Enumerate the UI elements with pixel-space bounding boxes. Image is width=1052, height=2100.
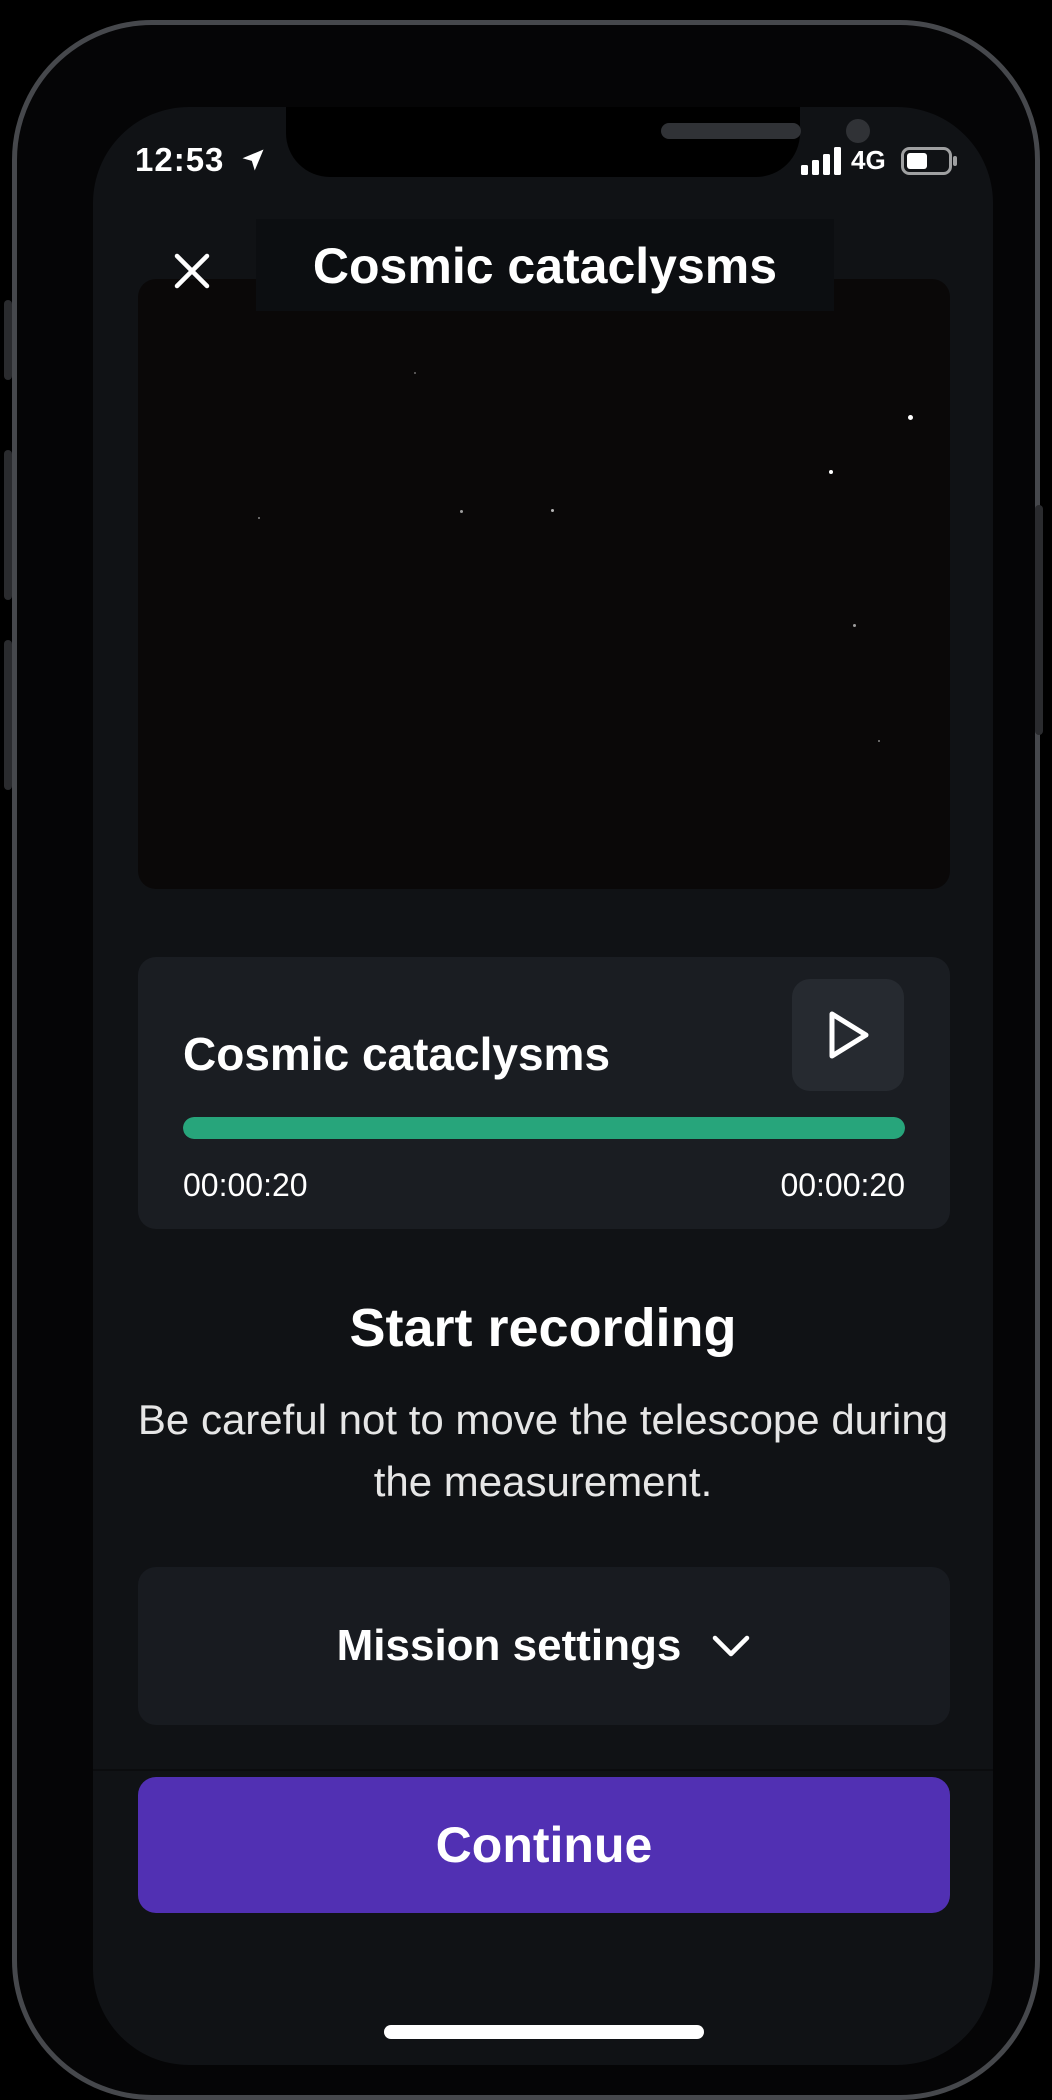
star	[908, 415, 913, 420]
divider	[93, 1769, 993, 1771]
screen: 12:53 4G Cosmic cataclysms Cosmic catacl…	[93, 107, 993, 2065]
mission-settings-toggle[interactable]: Mission settings	[138, 1567, 950, 1725]
battery-icon	[901, 147, 957, 175]
chevron-down-icon	[713, 1635, 750, 1657]
phone-frame: 12:53 4G Cosmic cataclysms Cosmic catacl…	[4, 20, 1043, 2100]
star	[853, 624, 856, 627]
elapsed-time: 00:00:20	[183, 1167, 308, 1203]
continue-button[interactable]: Continue	[138, 1777, 950, 1913]
page-title: Cosmic cataclysms	[312, 238, 778, 294]
star	[551, 509, 554, 512]
instruction-text: Be careful not to move the telescope dur…	[137, 1396, 949, 1505]
volume-down-button	[4, 640, 12, 790]
player-title: Cosmic cataclysms	[183, 1028, 611, 1080]
notch	[286, 107, 870, 177]
progress-bar[interactable]	[183, 1117, 905, 1139]
cellular-signal-icon	[801, 147, 841, 175]
star	[878, 740, 880, 742]
speaker	[661, 123, 801, 139]
instruction-heading: Start recording	[349, 1298, 737, 1358]
play-icon	[829, 1011, 869, 1059]
power-button	[1035, 505, 1043, 735]
close-icon[interactable]	[173, 252, 211, 290]
play-button[interactable]	[792, 979, 904, 1091]
volume-up-button	[4, 450, 12, 600]
star	[829, 470, 833, 474]
star	[258, 517, 260, 519]
network-type: 4G	[851, 145, 886, 175]
star	[460, 510, 463, 513]
status-time: 12:53	[135, 141, 225, 178]
home-indicator[interactable]	[384, 2025, 704, 2039]
recording-player: Cosmic cataclysms 00:00:20 00:00:20	[138, 957, 950, 1229]
location-arrow-icon	[242, 149, 264, 171]
mute-switch	[4, 300, 12, 380]
front-camera	[846, 119, 870, 143]
mission-settings-label: Mission settings	[336, 1621, 682, 1670]
telescope-preview	[138, 279, 950, 889]
total-time: 00:00:20	[780, 1167, 905, 1203]
progress-fill	[183, 1117, 905, 1139]
star	[414, 372, 416, 374]
